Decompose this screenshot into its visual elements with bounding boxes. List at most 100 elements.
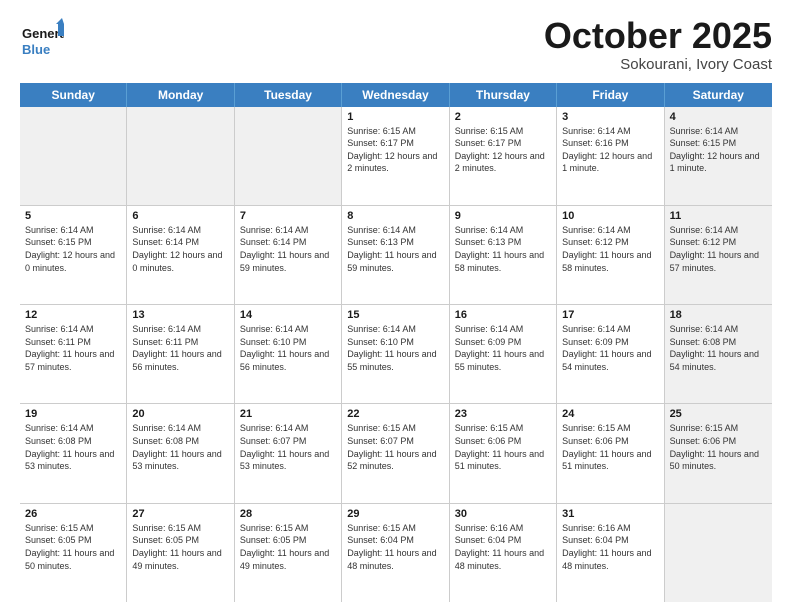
day-number: 17: [562, 309, 658, 321]
calendar-header: SundayMondayTuesdayWednesdayThursdayFrid…: [20, 83, 772, 107]
day-number: 26: [25, 508, 121, 520]
cal-cell-18: 18Sunrise: 6:14 AMSunset: 6:08 PMDayligh…: [665, 305, 772, 403]
day-number: 24: [562, 408, 658, 420]
day-number: 6: [132, 210, 228, 222]
cal-cell-31: 31 Sunrise: 6:16 AMSunset: 6:04 PMDayligh…: [557, 504, 664, 602]
day-number: 7: [240, 210, 336, 222]
cal-cell-2: 2 Sunrise: 6:15 AMSunset: 6:17 PMDaylight…: [450, 107, 557, 205]
week-row-3: 12Sunrise: 6:14 AMSunset: 6:11 PMDayligh…: [20, 305, 772, 404]
day-header-wednesday: Wednesday: [342, 83, 449, 107]
day-number: 4: [670, 111, 767, 123]
day-number: 21: [240, 408, 336, 420]
cal-cell-16: 16Sunrise: 6:14 AMSunset: 6:09 PMDayligh…: [450, 305, 557, 403]
day-number: 16: [455, 309, 551, 321]
svg-text:General: General: [22, 26, 64, 41]
day-info: Sunrise: 6:14 AMSunset: 6:08 PMDaylight:…: [25, 422, 121, 472]
week-row-2: 5 Sunrise: 6:14 AMSunset: 6:15 PMDaylight…: [20, 206, 772, 305]
day-number: 10: [562, 210, 658, 222]
cal-cell-12: 12Sunrise: 6:14 AMSunset: 6:11 PMDayligh…: [20, 305, 127, 403]
cal-cell-9: 9Sunrise: 6:14 AMSunset: 6:13 PMDaylight…: [450, 206, 557, 304]
day-info: Sunrise: 6:14 AMSunset: 6:16 PMDaylight:…: [562, 125, 658, 175]
cal-cell-3: 3 Sunrise: 6:14 AMSunset: 6:16 PMDaylight…: [557, 107, 664, 205]
day-number: 19: [25, 408, 121, 420]
cal-cell-19: 19 Sunrise: 6:14 AMSunset: 6:08 PMDayligh…: [20, 404, 127, 502]
day-header-thursday: Thursday: [450, 83, 557, 107]
day-number: 11: [670, 210, 767, 222]
day-info: Sunrise: 6:15 AMSunset: 6:06 PMDaylight:…: [670, 422, 767, 472]
day-info: Sunrise: 6:15 AMSunset: 6:05 PMDaylight:…: [240, 522, 336, 572]
cal-cell-24: 24 Sunrise: 6:15 AMSunset: 6:06 PMDayligh…: [557, 404, 664, 502]
day-header-saturday: Saturday: [665, 83, 772, 107]
cal-cell-1: 1Sunrise: 6:15 AMSunset: 6:17 PMDaylight…: [342, 107, 449, 205]
day-header-friday: Friday: [557, 83, 664, 107]
cal-cell-27: 27 Sunrise: 6:15 AMSunset: 6:05 PMDayligh…: [127, 504, 234, 602]
day-number: 8: [347, 210, 443, 222]
cal-cell-14: 14Sunrise: 6:14 AMSunset: 6:10 PMDayligh…: [235, 305, 342, 403]
calendar-body: 1 Sunrise: 6:15 AMSunset: 6:17 PMDaylight…: [20, 107, 772, 602]
day-info: Sunrise: 6:14 AMSunset: 6:09 PMDaylight:…: [562, 323, 658, 373]
day-number: 1: [347, 111, 443, 123]
day-info: Sunrise: 6:15 AMSunset: 6:06 PMDaylight:…: [562, 422, 658, 472]
month-title: October 2025: [544, 16, 772, 56]
day-info: Sunrise: 6:14 AMSunset: 6:08 PMDaylight:…: [670, 323, 767, 373]
cal-cell-28: 28 Sunrise: 6:15 AMSunset: 6:05 PMDayligh…: [235, 504, 342, 602]
day-info: Sunrise: 6:14 AMSunset: 6:14 PMDaylight:…: [132, 224, 228, 274]
day-info: Sunrise: 6:15 AMSunset: 6:05 PMDaylight:…: [132, 522, 228, 572]
day-header-sunday: Sunday: [20, 83, 127, 107]
day-number: 3: [562, 111, 658, 123]
day-info: Sunrise: 6:16 AMSunset: 6:04 PMDaylight:…: [455, 522, 551, 572]
day-info: Sunrise: 6:15 AMSunset: 6:17 PMDaylight:…: [455, 125, 551, 175]
day-info: Sunrise: 6:14 AMSunset: 6:11 PMDaylight:…: [132, 323, 228, 373]
cal-cell-30: 30Sunrise: 6:16 AMSunset: 6:04 PMDayligh…: [450, 504, 557, 602]
cal-cell-25: 25 Sunrise: 6:15 AMSunset: 6:06 PMDayligh…: [665, 404, 772, 502]
day-info: Sunrise: 6:14 AMSunset: 6:12 PMDaylight:…: [562, 224, 658, 274]
day-info: Sunrise: 6:14 AMSunset: 6:07 PMDaylight:…: [240, 422, 336, 472]
day-info: Sunrise: 6:14 AMSunset: 6:13 PMDaylight:…: [455, 224, 551, 274]
day-number: 31: [562, 508, 658, 520]
day-info: Sunrise: 6:15 AMSunset: 6:07 PMDaylight:…: [347, 422, 443, 472]
cal-cell-7: 7 Sunrise: 6:14 AMSunset: 6:14 PMDaylight…: [235, 206, 342, 304]
cal-cell-13: 13 Sunrise: 6:14 AMSunset: 6:11 PMDayligh…: [127, 305, 234, 403]
day-info: Sunrise: 6:14 AMSunset: 6:15 PMDaylight:…: [670, 125, 767, 175]
cal-cell-15: 15 Sunrise: 6:14 AMSunset: 6:10 PMDayligh…: [342, 305, 449, 403]
cal-cell-11: 11 Sunrise: 6:14 AMSunset: 6:12 PMDayligh…: [665, 206, 772, 304]
day-number: 13: [132, 309, 228, 321]
cal-cell-10: 10 Sunrise: 6:14 AMSunset: 6:12 PMDayligh…: [557, 206, 664, 304]
day-number: 23: [455, 408, 551, 420]
cal-cell-20: 20Sunrise: 6:14 AMSunset: 6:08 PMDayligh…: [127, 404, 234, 502]
cal-cell-17: 17 Sunrise: 6:14 AMSunset: 6:09 PMDayligh…: [557, 305, 664, 403]
day-number: 25: [670, 408, 767, 420]
cal-cell-29: 29Sunrise: 6:15 AMSunset: 6:04 PMDayligh…: [342, 504, 449, 602]
week-row-4: 19 Sunrise: 6:14 AMSunset: 6:08 PMDayligh…: [20, 404, 772, 503]
cal-cell-26: 26Sunrise: 6:15 AMSunset: 6:05 PMDayligh…: [20, 504, 127, 602]
day-info: Sunrise: 6:14 AMSunset: 6:12 PMDaylight:…: [670, 224, 767, 274]
cal-cell-21: 21 Sunrise: 6:14 AMSunset: 6:07 PMDayligh…: [235, 404, 342, 502]
day-info: Sunrise: 6:14 AMSunset: 6:14 PMDaylight:…: [240, 224, 336, 274]
page: General Blue October 2025 Sokourani, Ivo…: [0, 0, 792, 612]
week-row-5: 26 Sunrise: 6:15 AMSunset: 6:05 PMDayligh…: [20, 504, 772, 602]
logo: General Blue: [20, 16, 64, 60]
day-info: Sunrise: 6:14 AMSunset: 6:08 PMDaylight:…: [132, 422, 228, 472]
day-number: 15: [347, 309, 443, 321]
cal-cell-empty-2: [235, 107, 342, 205]
location: Sokourani, Ivory Coast: [544, 56, 772, 73]
day-info: Sunrise: 6:14 AMSunset: 6:10 PMDaylight:…: [347, 323, 443, 373]
cal-cell-empty-1: [127, 107, 234, 205]
day-number: 27: [132, 508, 228, 520]
week-row-1: 1 Sunrise: 6:15 AMSunset: 6:17 PMDaylight…: [20, 107, 772, 206]
day-header-monday: Monday: [127, 83, 234, 107]
cal-cell-23: 23Sunrise: 6:15 AMSunset: 6:06 PMDayligh…: [450, 404, 557, 502]
day-number: 29: [347, 508, 443, 520]
calendar: SundayMondayTuesdayWednesdayThursdayFrid…: [20, 83, 772, 602]
logo-icon: General Blue: [20, 16, 64, 60]
day-number: 22: [347, 408, 443, 420]
day-number: 2: [455, 111, 551, 123]
day-info: Sunrise: 6:16 AMSunset: 6:04 PMDaylight:…: [562, 522, 658, 572]
day-number: 28: [240, 508, 336, 520]
cal-cell-22: 22 Sunrise: 6:15 AMSunset: 6:07 PMDayligh…: [342, 404, 449, 502]
day-info: Sunrise: 6:14 AMSunset: 6:15 PMDaylight:…: [25, 224, 121, 274]
day-number: 5: [25, 210, 121, 222]
day-header-tuesday: Tuesday: [235, 83, 342, 107]
cal-cell-empty-6: [665, 504, 772, 602]
svg-text:Blue: Blue: [22, 42, 50, 57]
